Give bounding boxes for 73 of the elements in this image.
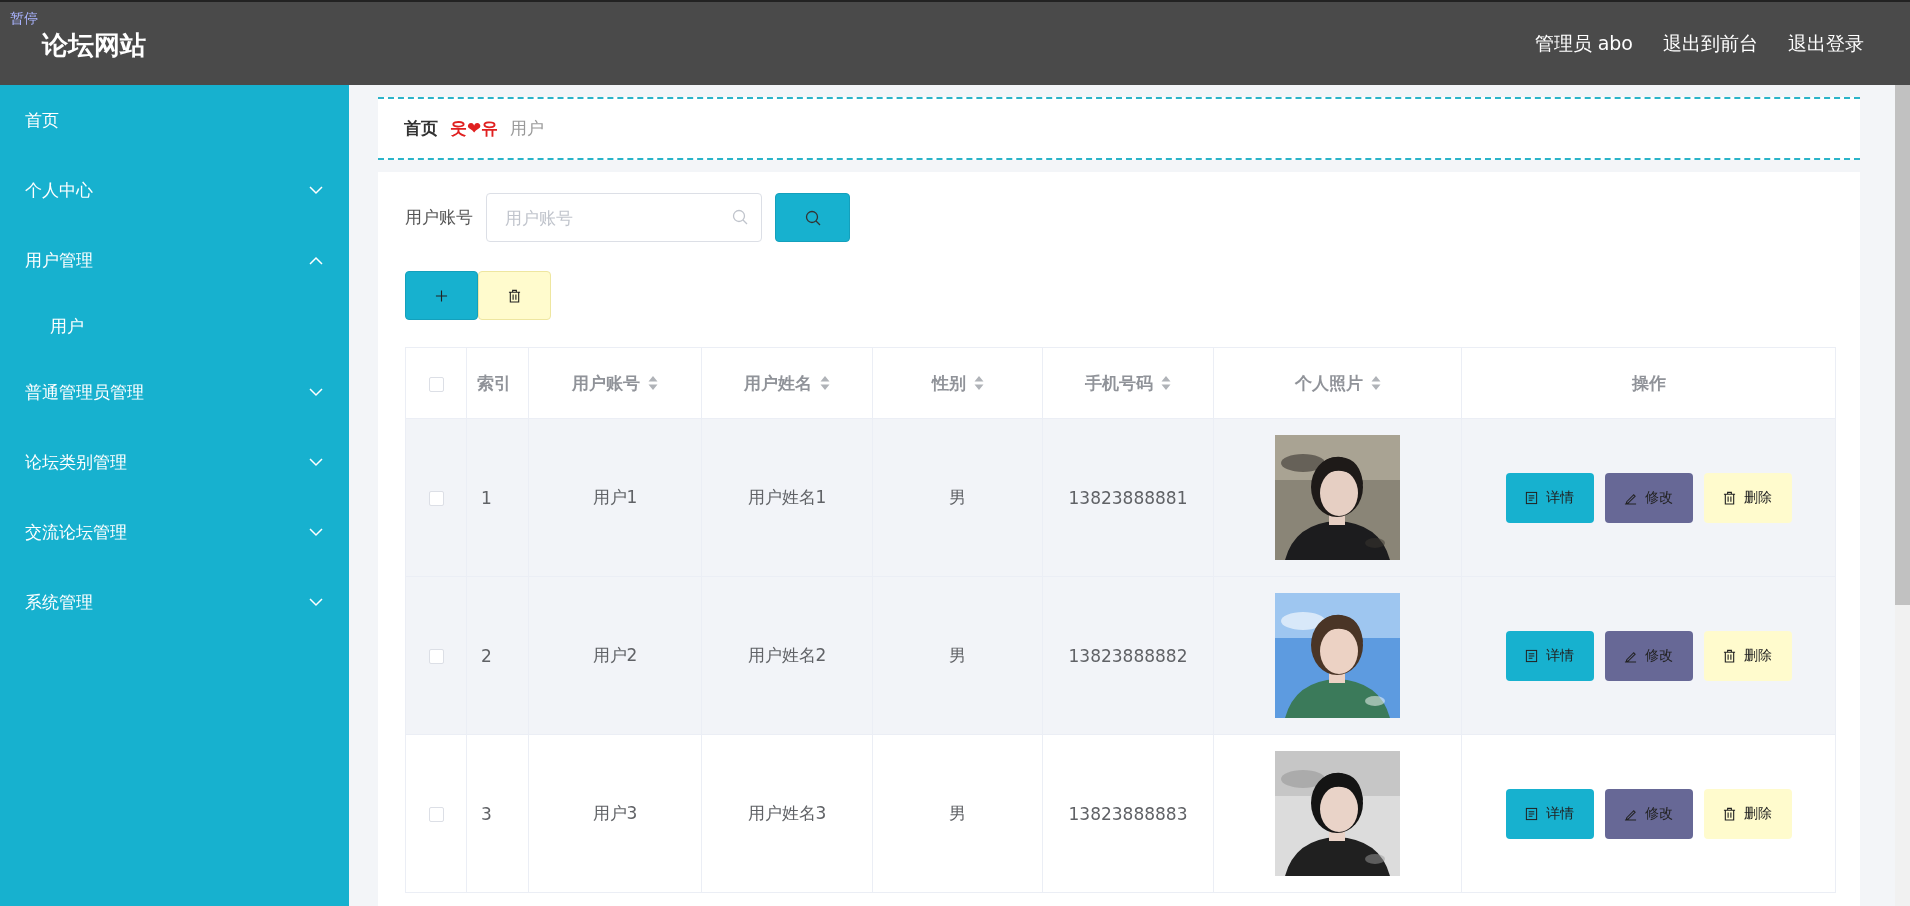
column-header[interactable]: 手机号码 [1085, 371, 1153, 395]
add-button[interactable] [405, 271, 478, 320]
table-cell: 13823888883 [1068, 803, 1188, 824]
column-header[interactable]: 用户账号 [572, 371, 640, 395]
table-cell: 男 [949, 803, 966, 823]
header-link[interactable]: 管理员 abo [1534, 30, 1633, 57]
breadcrumb-link[interactable]: 首页 [404, 117, 438, 140]
column-header[interactable]: 性别 [931, 371, 966, 395]
search-field[interactable]: 用户账号 [486, 193, 762, 242]
table-cell: 13823888881 [1068, 487, 1188, 508]
row-checkbox[interactable] [428, 491, 444, 506]
sidebar-item[interactable]: 交流论坛管理 [0, 497, 349, 567]
chevron-down-icon [309, 185, 323, 195]
detail-button[interactable]: 详情 [1505, 472, 1594, 523]
trash-icon [1723, 806, 1736, 821]
chevron-up-icon [309, 255, 323, 265]
delete-button[interactable] [478, 271, 551, 320]
chevron-down-icon [309, 457, 323, 467]
row-checkbox[interactable] [428, 649, 444, 664]
edit-button[interactable]: 修改 [1604, 788, 1693, 839]
site-title: 论坛网站 [42, 29, 146, 62]
column-header: 操作 [1631, 371, 1666, 395]
table-cell: 用户姓名2 [747, 645, 827, 665]
table-cell: 用户姓名3 [747, 803, 827, 823]
delete-button[interactable]: 删除 [1703, 788, 1792, 839]
trash-icon [1723, 648, 1736, 663]
search-label: 用户账号 [405, 206, 473, 229]
row-checkbox[interactable] [428, 807, 444, 822]
table-cell: 13823888882 [1068, 645, 1188, 666]
search-button[interactable] [775, 193, 850, 242]
table-cell: 用户1 [592, 487, 638, 507]
table-cell: 男 [949, 645, 966, 665]
delete-button[interactable]: 删除 [1703, 630, 1792, 681]
breadcrumb-separator: 웃❤유 [450, 117, 499, 140]
chevron-down-icon [309, 527, 323, 537]
sidebar-item[interactable]: 论坛类别管理 [0, 427, 349, 497]
scrollbar-thumb[interactable] [1895, 85, 1910, 605]
edit-button[interactable]: 修改 [1604, 472, 1693, 523]
breadcrumb-current: 用户 [510, 117, 545, 140]
trash-icon [508, 288, 521, 303]
chevron-down-icon [309, 597, 323, 607]
table-cell: 用户姓名1 [747, 487, 827, 507]
table-cell: 3 [481, 803, 492, 824]
column-header[interactable]: 个人照片 [1294, 371, 1363, 395]
search-icon [804, 209, 821, 226]
header-link[interactable]: 退出到前台 [1663, 30, 1758, 57]
table-cell: 用户2 [592, 645, 638, 665]
document-icon [1525, 806, 1538, 821]
paused-label: 暂停 [10, 10, 38, 28]
search-icon [732, 209, 748, 225]
detail-button[interactable]: 详情 [1505, 788, 1594, 839]
column-header: 索引 [477, 371, 511, 395]
sidebar-item[interactable]: 普通管理员管理 [0, 357, 349, 427]
table-cell: 2 [481, 645, 492, 666]
sidebar-item[interactable]: 首页 [0, 85, 349, 155]
column-header[interactable]: 用户姓名 [744, 371, 812, 395]
chevron-down-icon [309, 387, 323, 397]
sidebar-item[interactable]: 用户管理 [0, 225, 349, 295]
table-cell: 用户3 [592, 803, 638, 823]
header-link[interactable]: 退出登录 [1788, 30, 1864, 57]
table-cell: 1 [481, 487, 492, 508]
delete-button[interactable]: 删除 [1703, 472, 1792, 523]
edit-button[interactable]: 修改 [1604, 630, 1693, 681]
sidebar-item[interactable]: 个人中心 [0, 155, 349, 225]
table-cell: 男 [949, 487, 966, 507]
document-icon [1525, 648, 1538, 663]
sidebar-subitem[interactable]: 用户 [0, 295, 349, 357]
select-all-checkbox[interactable] [428, 376, 444, 392]
detail-button[interactable]: 详情 [1505, 630, 1594, 681]
document-icon [1525, 490, 1538, 505]
sidebar-item[interactable]: 系统管理 [0, 567, 349, 637]
plus-icon [435, 288, 448, 303]
trash-icon [1723, 490, 1736, 505]
